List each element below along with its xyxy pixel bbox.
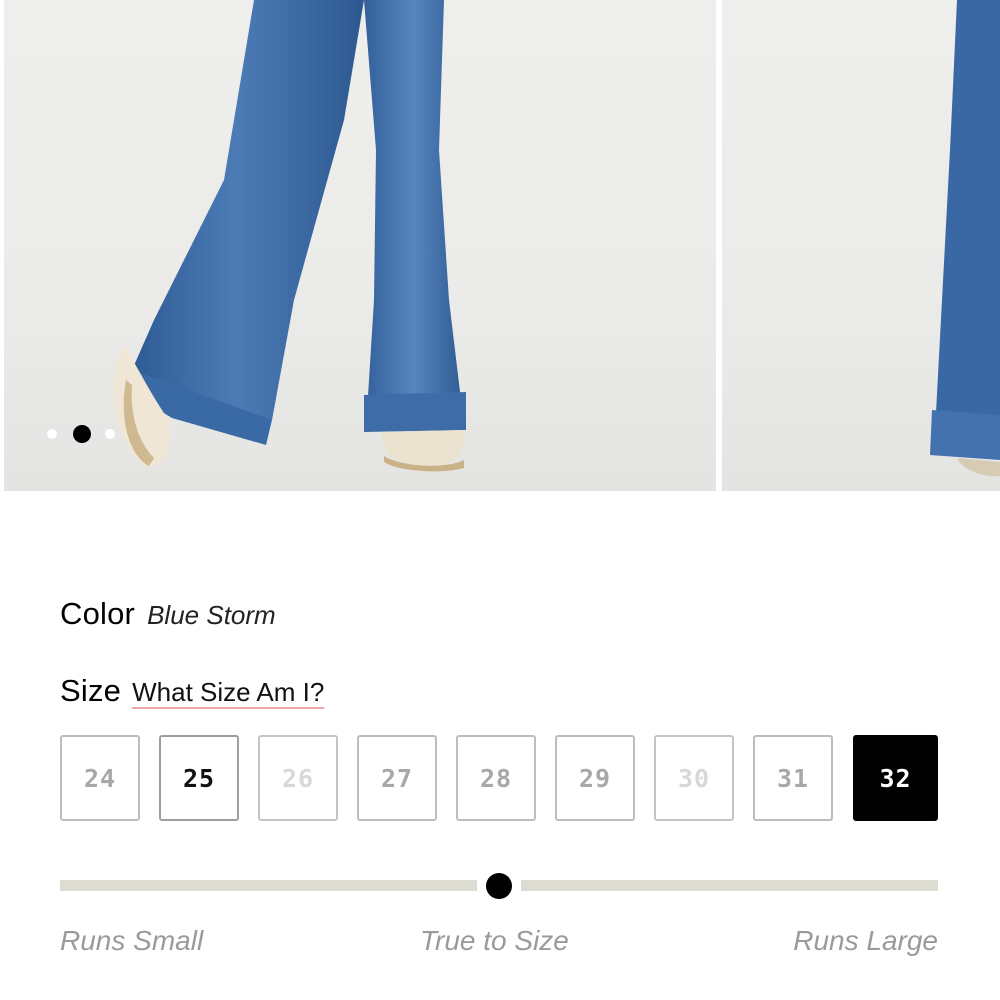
jeans-photo-icon — [930, 0, 1000, 477]
size-selector: 24 25 26 27 28 29 30 31 32 — [60, 735, 940, 823]
jeans-photo-icon — [113, 0, 466, 472]
product-image-next[interactable] — [722, 0, 1000, 491]
size-option-27[interactable]: 27 — [357, 735, 437, 821]
product-image-gallery[interactable] — [0, 0, 1000, 491]
size-option-24[interactable]: 24 — [60, 735, 140, 821]
size-option-29[interactable]: 29 — [555, 735, 635, 821]
fit-indicator — [486, 873, 512, 899]
carousel-dot-active[interactable] — [73, 425, 91, 443]
size-option-32[interactable]: 32 — [853, 735, 938, 821]
size-option-31[interactable]: 31 — [753, 735, 833, 821]
fit-label-small: Runs Small — [60, 925, 204, 956]
size-option-30[interactable]: 30 — [654, 735, 734, 821]
carousel-dot[interactable] — [47, 429, 57, 439]
fit-label-true: True to Size — [420, 925, 569, 956]
product-image-main[interactable] — [4, 0, 716, 491]
carousel-dot[interactable] — [105, 429, 115, 439]
size-option-26[interactable]: 26 — [258, 735, 338, 821]
size-guide-link[interactable]: What Size Am I? — [132, 677, 324, 708]
size-row: Size What Size Am I? — [60, 673, 324, 709]
color-row: Color Blue Storm — [60, 596, 276, 632]
fit-track-right — [521, 880, 938, 891]
size-option-28[interactable]: 28 — [456, 735, 536, 821]
fit-label-large: Runs Large — [793, 925, 938, 956]
color-value: Blue Storm — [147, 600, 276, 630]
color-label: Color — [60, 596, 136, 631]
size-label: Size — [60, 673, 122, 708]
fit-track-left — [60, 880, 477, 891]
size-option-25[interactable]: 25 — [159, 735, 239, 821]
fit-scale — [60, 873, 938, 899]
fit-labels: Runs Small True to Size Runs Large — [60, 925, 938, 965]
